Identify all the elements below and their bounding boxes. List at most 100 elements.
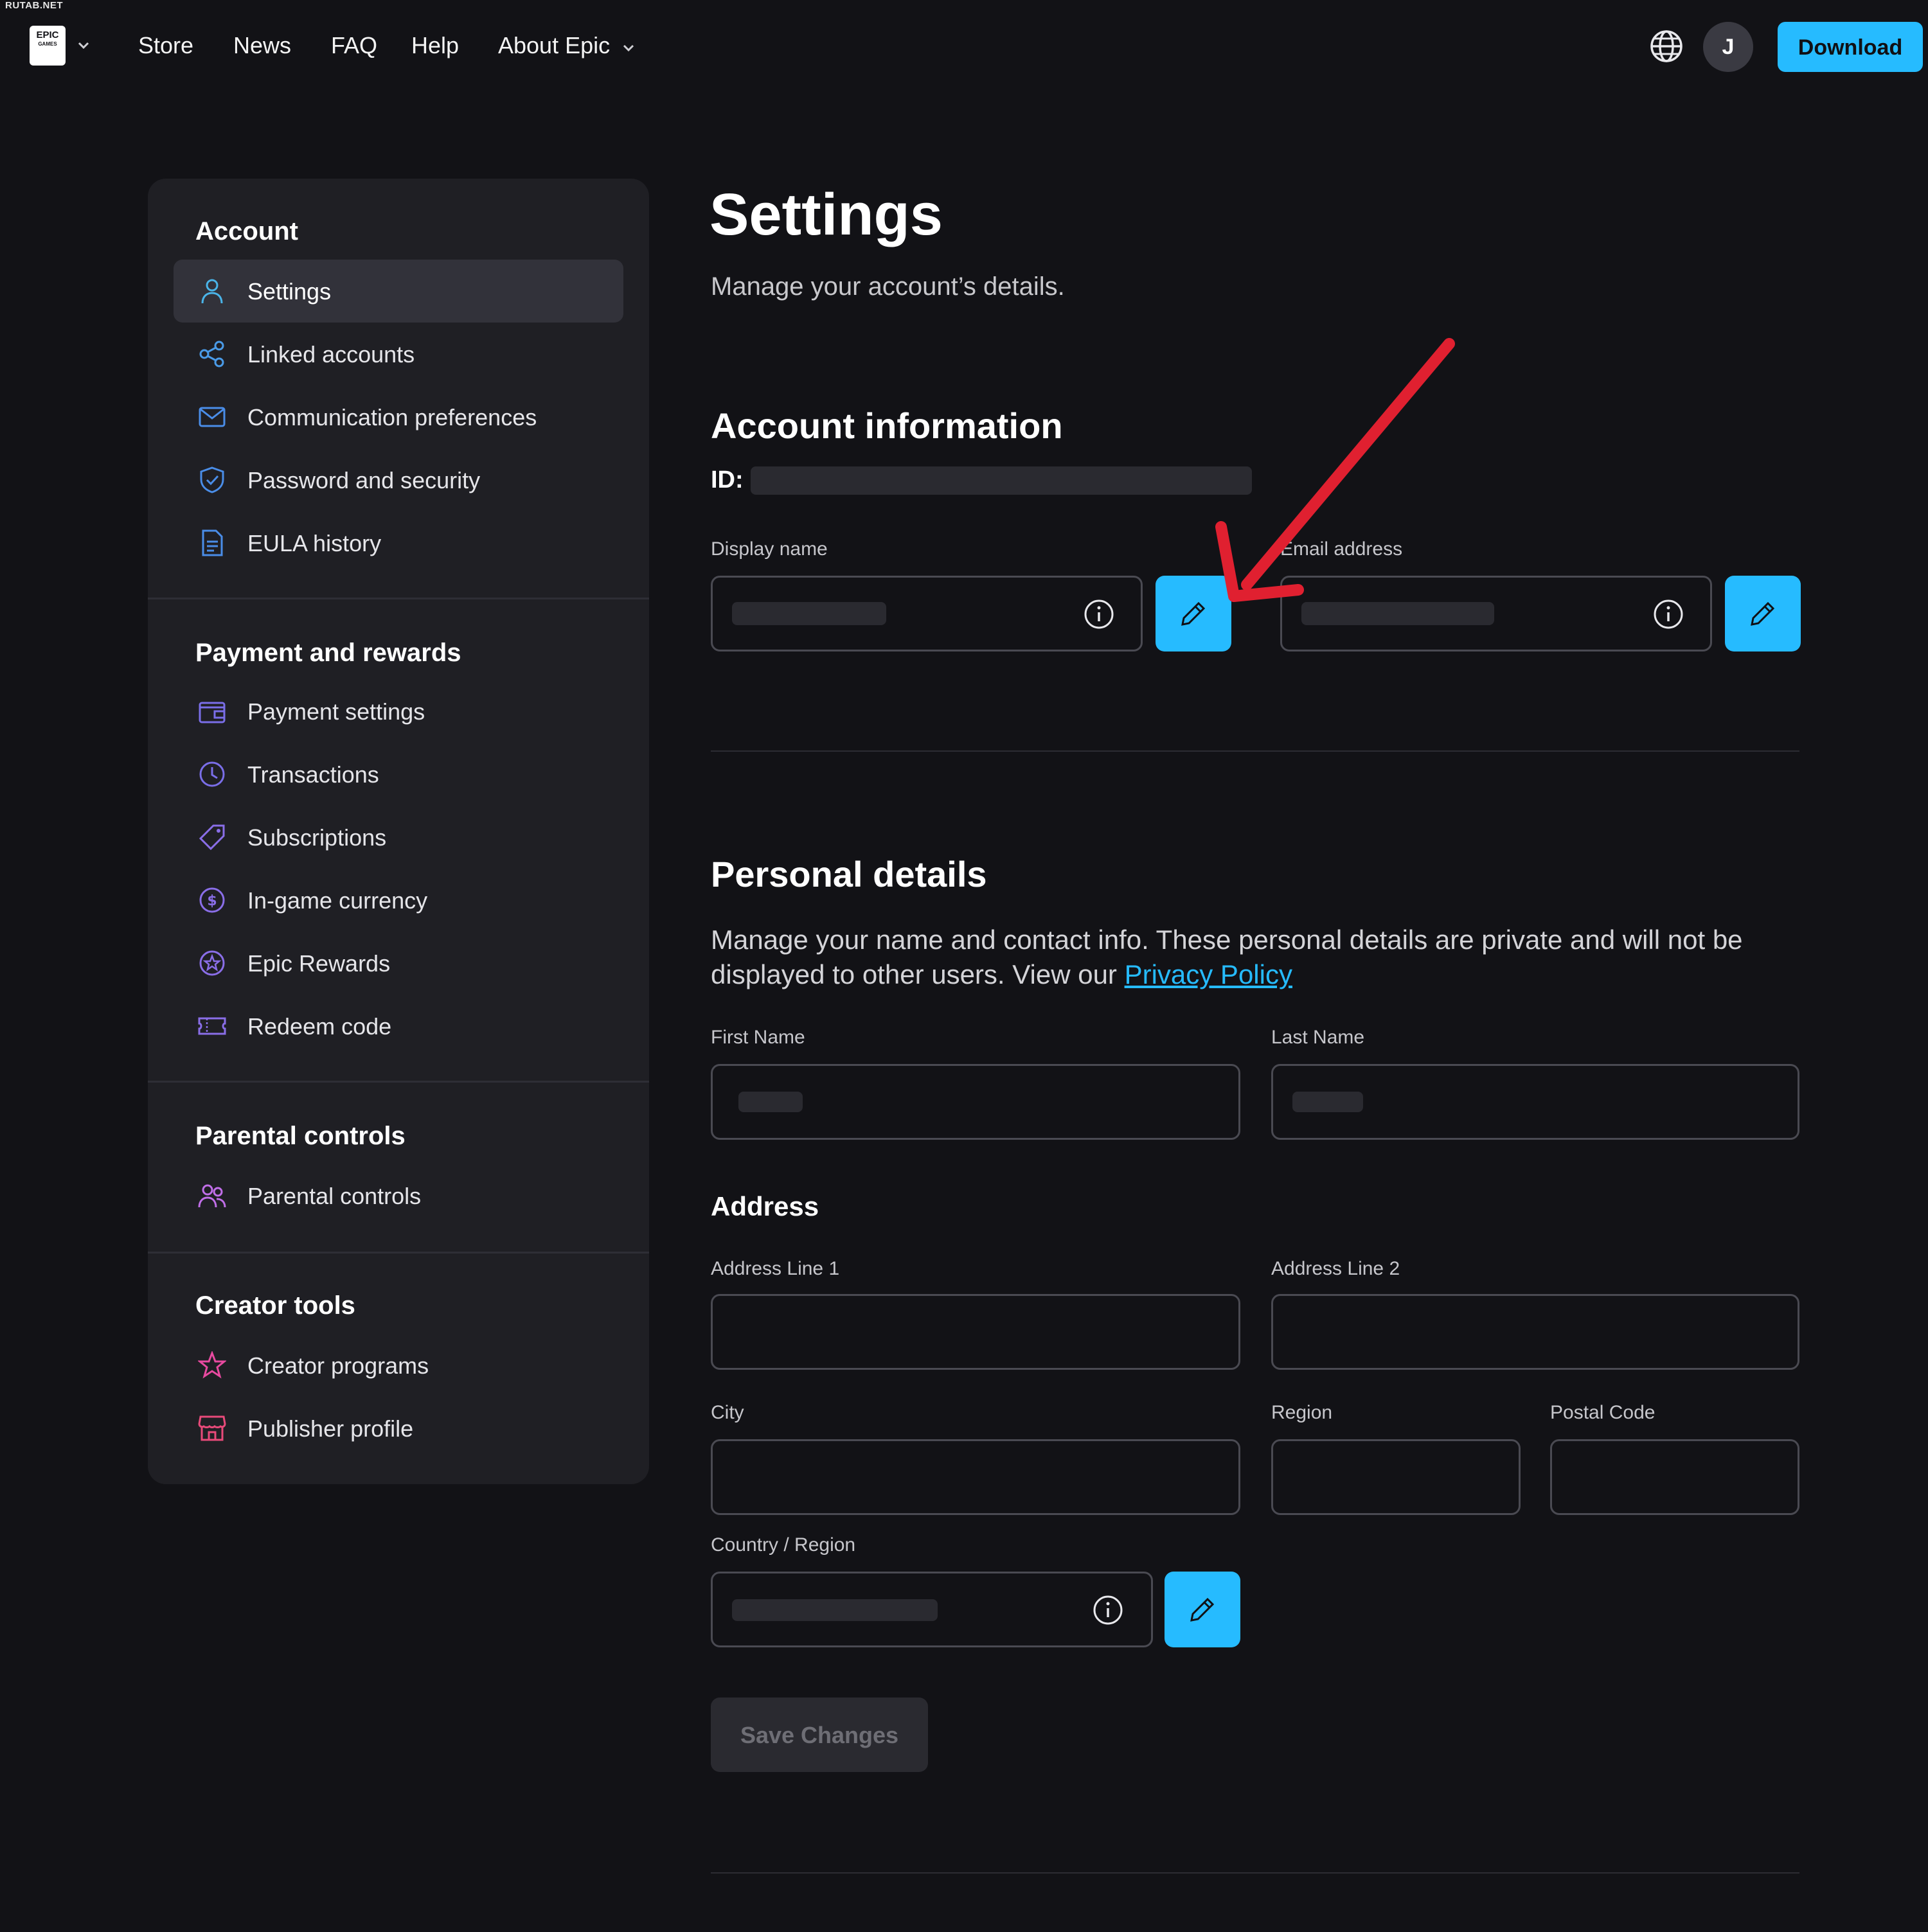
nav-help[interactable]: Help (411, 32, 459, 59)
address-title: Address (711, 1191, 819, 1221)
first-name-redacted (738, 1092, 803, 1112)
save-changes-button[interactable]: Save Changes (711, 1697, 928, 1772)
account-info-title: Account information (711, 405, 1063, 446)
edit-country-button[interactable] (1165, 1572, 1240, 1647)
region-label: Region (1271, 1402, 1333, 1423)
star-badge-icon (199, 950, 225, 976)
logo-text: EPIC (36, 30, 59, 40)
nav-about-epic[interactable]: About Epic (498, 32, 610, 59)
postal-code-label: Postal Code (1550, 1402, 1656, 1423)
region-field[interactable] (1271, 1439, 1521, 1515)
city-field[interactable] (711, 1439, 1240, 1515)
address-line-1-field[interactable] (711, 1294, 1240, 1370)
document-icon (202, 529, 223, 556)
info-icon[interactable] (1092, 1594, 1124, 1626)
personal-details-description: Manage your name and contact info. These… (711, 923, 1803, 992)
sidebar-item-label: Redeem code (247, 1013, 392, 1040)
sidebar-item-in-game-currency[interactable]: $ In-game currency (174, 869, 623, 932)
nav-news[interactable]: News (233, 32, 291, 59)
pencil-icon (1751, 601, 1775, 626)
top-nav: EPIC GAMES Store News FAQ Help About Epi… (0, 0, 1928, 96)
privacy-policy-link[interactable]: Privacy Policy (1125, 959, 1292, 989)
page-title: Settings (710, 182, 943, 247)
globe-icon[interactable] (1648, 28, 1684, 64)
address-line-1-label: Address Line 1 (711, 1258, 840, 1279)
sidebar-item-label: Publisher profile (247, 1415, 414, 1442)
sidebar-item-label: Epic Rewards (247, 950, 391, 977)
wallet-icon (199, 702, 226, 723)
dollar-coin-icon: $ (199, 887, 225, 913)
people-icon (198, 1184, 226, 1208)
sidebar-item-subscriptions[interactable]: Subscriptions (174, 806, 623, 869)
address-line-2-label: Address Line 2 (1271, 1258, 1400, 1279)
personal-details-title: Personal details (711, 854, 987, 894)
shield-icon (200, 466, 224, 493)
sidebar-item-settings[interactable]: Settings (174, 260, 623, 323)
last-name-redacted (1292, 1092, 1363, 1112)
sidebar-section-payment: Payment and rewards (195, 639, 461, 667)
chevron-down-icon[interactable] (76, 37, 91, 53)
nav-faq[interactable]: FAQ (331, 32, 377, 59)
info-icon[interactable] (1083, 598, 1115, 630)
nav-store[interactable]: Store (138, 32, 193, 59)
sidebar-item-transactions[interactable]: Transactions (174, 743, 623, 806)
svg-text:$: $ (207, 893, 217, 909)
sidebar-item-epic-rewards[interactable]: Epic Rewards (174, 932, 623, 995)
page-subtitle: Manage your account’s details. (711, 272, 1065, 301)
sidebar-item-password-security[interactable]: Password and security (174, 448, 623, 511)
sidebar-item-redeem-code[interactable]: Redeem code (174, 995, 623, 1058)
display-name-field[interactable] (711, 576, 1143, 651)
sidebar-divider (148, 1252, 649, 1254)
sidebar-item-publisher-profile[interactable]: Publisher profile (174, 1397, 623, 1460)
country-region-label: Country / Region (711, 1534, 856, 1555)
sidebar-item-label: Linked accounts (247, 341, 415, 368)
account-id-redacted (751, 466, 1252, 495)
last-name-field[interactable] (1271, 1064, 1799, 1140)
info-icon[interactable] (1652, 598, 1684, 630)
avatar[interactable]: J (1703, 22, 1753, 72)
sidebar-item-linked-accounts[interactable]: Linked accounts (174, 323, 623, 386)
star-icon (198, 1351, 226, 1379)
sidebar-item-payment-settings[interactable]: Payment settings (174, 680, 623, 743)
sidebar-item-label: Payment settings (247, 698, 425, 725)
pencil-icon (1190, 1597, 1215, 1622)
annotation-arrow-icon (1215, 338, 1455, 602)
sidebar-item-label: Subscriptions (247, 824, 387, 851)
logo-subtext: GAMES (38, 41, 57, 47)
country-region-field[interactable] (711, 1572, 1153, 1647)
sidebar-item-eula-history[interactable]: EULA history (174, 511, 623, 574)
sidebar-item-label: Communication preferences (247, 404, 537, 430)
sidebar-section-creator: Creator tools (195, 1291, 355, 1320)
sidebar-divider (148, 1081, 649, 1083)
mail-icon (199, 407, 226, 427)
city-label: City (711, 1402, 744, 1423)
last-name-label: Last Name (1271, 1027, 1365, 1048)
display-name-label: Display name (711, 538, 828, 560)
display-name-redacted (732, 602, 886, 625)
download-button[interactable]: Download (1778, 22, 1923, 72)
sidebar-item-label: Parental controls (247, 1183, 422, 1209)
email-redacted (1301, 602, 1494, 625)
sidebar-item-label: EULA history (247, 530, 382, 556)
postal-code-field[interactable] (1550, 1439, 1799, 1515)
tag-icon (199, 824, 225, 851)
sidebar-item-label: Password and security (247, 467, 481, 493)
sidebar-item-creator-programs[interactable]: Creator programs (174, 1334, 623, 1397)
storefront-icon (198, 1415, 226, 1441)
ticket-icon (198, 1017, 226, 1035)
country-redacted (732, 1599, 938, 1621)
first-name-field[interactable] (711, 1064, 1240, 1140)
sidebar-item-label: Transactions (247, 761, 379, 788)
sidebar-item-label: Creator programs (247, 1352, 429, 1379)
sidebar-item-communication-preferences[interactable]: Communication preferences (174, 386, 623, 448)
epic-games-logo[interactable]: EPIC GAMES (30, 26, 66, 66)
chevron-down-icon[interactable] (621, 40, 636, 55)
sidebar-section-account: Account (195, 217, 298, 245)
sidebar-divider (148, 598, 649, 599)
edit-email-button[interactable] (1725, 576, 1801, 651)
share-nodes-icon (199, 341, 224, 368)
person-icon (201, 279, 223, 304)
clock-icon (199, 761, 225, 787)
sidebar-item-parental-controls[interactable]: Parental controls (174, 1164, 623, 1227)
address-line-2-field[interactable] (1271, 1294, 1799, 1370)
